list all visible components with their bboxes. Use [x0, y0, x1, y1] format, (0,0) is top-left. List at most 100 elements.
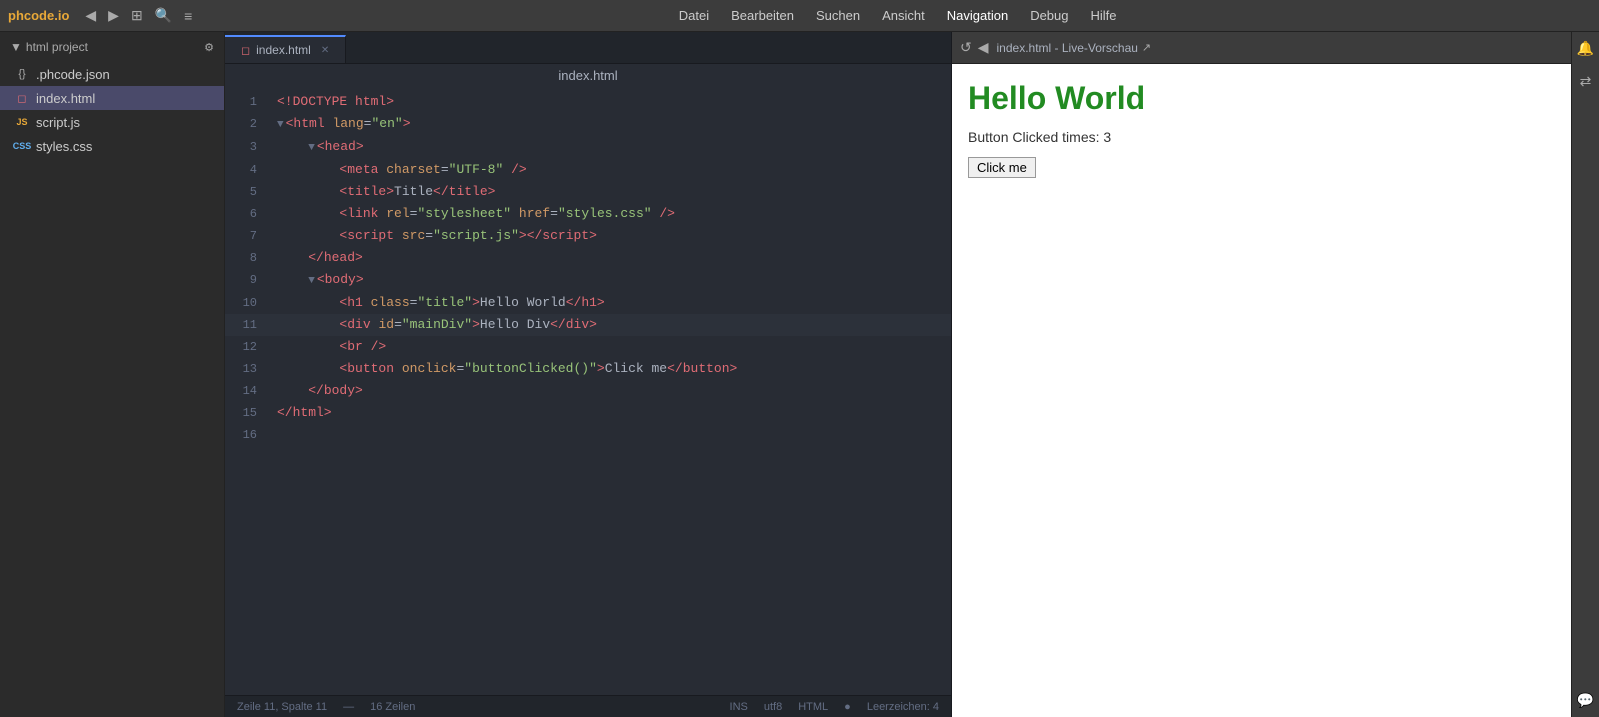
- project-collapse-icon: ▼: [10, 40, 22, 54]
- menu-bearbeiten[interactable]: Bearbeiten: [721, 6, 804, 25]
- right-sidebar-icon-1[interactable]: 🔔: [1573, 36, 1598, 61]
- line-content-14[interactable]: </body>: [273, 380, 951, 402]
- code-line-11: 11 <div id="mainDiv">Hello Div</div>: [225, 314, 951, 336]
- search-icon[interactable]: 🔍: [151, 5, 176, 26]
- editor-tab-label: index.html: [256, 43, 311, 57]
- line-content-13[interactable]: <button onclick="buttonClicked()">Click …: [273, 358, 951, 380]
- line-content-15[interactable]: </html>: [273, 402, 951, 424]
- menu-suchen[interactable]: Suchen: [806, 6, 870, 25]
- sidebar: ▼ html project ⚙ {} .phcode.json ◻ index…: [0, 32, 225, 717]
- status-right: INS utf8 HTML ● Leerzeichen: 4: [730, 701, 939, 713]
- line-num-4: 4: [225, 159, 273, 181]
- line-num-1: 1: [225, 91, 273, 113]
- status-encoding[interactable]: utf8: [764, 701, 782, 713]
- line-content-3[interactable]: ▼<head>: [273, 136, 951, 159]
- menu-hilfe[interactable]: Hilfe: [1081, 6, 1127, 25]
- menu-ansicht[interactable]: Ansicht: [872, 6, 935, 25]
- preview-external-icon[interactable]: ↗: [1142, 41, 1151, 54]
- line-num-15: 15: [225, 402, 273, 424]
- sidebar-item-script-js[interactable]: JS script.js: [0, 110, 224, 134]
- sidebar-item-label-script-js: script.js: [36, 115, 80, 130]
- line-content-1[interactable]: <!DOCTYPE html>: [273, 91, 951, 113]
- right-sidebar-icon-2[interactable]: ⇄: [1576, 69, 1596, 94]
- status-language[interactable]: HTML: [798, 701, 828, 713]
- sidebar-item-label-phcode-json: .phcode.json: [36, 67, 110, 82]
- app-logo[interactable]: phcode.io: [8, 8, 69, 23]
- editor-tab-close-icon[interactable]: ✕: [321, 45, 329, 56]
- code-line-7: 7 <script src="script.js"></script>: [225, 225, 951, 247]
- editor-content[interactable]: 1 <!DOCTYPE html> 2 ▼<html lang="en"> 3 …: [225, 87, 951, 695]
- back-icon[interactable]: ◀: [81, 5, 100, 26]
- line-num-3: 3: [225, 136, 273, 158]
- code-line-3: 3 ▼<head>: [225, 136, 951, 159]
- status-separator: —: [343, 701, 354, 713]
- line-num-5: 5: [225, 181, 273, 203]
- menu-debug[interactable]: Debug: [1020, 6, 1078, 25]
- editor-tab[interactable]: ◻ index.html ✕: [225, 35, 346, 63]
- line-num-14: 14: [225, 380, 273, 402]
- menu-datei[interactable]: Datei: [669, 6, 719, 25]
- json-icon: {}: [14, 66, 30, 82]
- project-settings-icon[interactable]: ⚙: [204, 41, 214, 54]
- sidebar-item-index-html[interactable]: ◻ index.html: [0, 86, 224, 110]
- line-content-2[interactable]: ▼<html lang="en">: [273, 113, 951, 136]
- status-spaces[interactable]: Leerzeichen: 4: [867, 701, 939, 713]
- preview-nav-icon[interactable]: ◀: [978, 39, 989, 56]
- sidebar-item-phcode-json[interactable]: {} .phcode.json: [0, 62, 224, 86]
- status-position[interactable]: Zeile 11, Spalte 11: [237, 701, 327, 713]
- status-lines[interactable]: 16 Zeilen: [370, 701, 415, 713]
- preview-heading: Hello World: [968, 80, 1555, 117]
- preview-header: ↺ ◀ index.html - Live-Vorschau ↗: [952, 32, 1571, 64]
- line-num-6: 6: [225, 203, 273, 225]
- line-num-7: 7: [225, 225, 273, 247]
- line-content-5[interactable]: <title>Title</title>: [273, 181, 951, 203]
- menu-icon[interactable]: ≡: [180, 6, 196, 26]
- click-me-button[interactable]: Click me: [968, 157, 1036, 178]
- code-line-13: 13 <button onclick="buttonClicked()">Cli…: [225, 358, 951, 380]
- preview-filename: index.html - Live-Vorschau: [997, 41, 1138, 55]
- line-num-11: 11: [225, 314, 273, 336]
- line-content-9[interactable]: ▼<body>: [273, 269, 951, 292]
- project-header[interactable]: ▼ html project ⚙: [0, 32, 224, 62]
- preview-refresh-icon[interactable]: ↺: [960, 39, 972, 56]
- line-content-4[interactable]: <meta charset="UTF-8" />: [273, 159, 951, 181]
- js-icon: JS: [14, 114, 30, 130]
- menu-bar: Datei Bearbeiten Suchen Ansicht Navigati…: [204, 6, 1591, 25]
- click-count-label: Button Clicked times:: [968, 129, 1100, 145]
- project-label: html project: [26, 40, 88, 54]
- line-content-6[interactable]: <link rel="stylesheet" href="styles.css"…: [273, 203, 951, 225]
- html-icon: ◻: [14, 90, 30, 106]
- forward-icon[interactable]: ▶: [104, 5, 123, 26]
- topbar: phcode.io ◀ ▶ ⊞ 🔍 ≡ Datei Bearbeiten Suc…: [0, 0, 1599, 32]
- code-line-14: 14 </body>: [225, 380, 951, 402]
- grid-icon[interactable]: ⊞: [127, 5, 147, 26]
- line-num-10: 10: [225, 292, 273, 314]
- code-line-6: 6 <link rel="stylesheet" href="styles.cs…: [225, 203, 951, 225]
- code-line-2: 2 ▼<html lang="en">: [225, 113, 951, 136]
- editor-tab-bar: ◻ index.html ✕: [225, 32, 951, 64]
- line-content-12[interactable]: <br />: [273, 336, 951, 358]
- statusbar: Zeile 11, Spalte 11 — 16 Zeilen INS utf8…: [225, 695, 951, 717]
- line-num-13: 13: [225, 358, 273, 380]
- preview-content: Hello World Button Clicked times: 3 Clic…: [952, 64, 1571, 717]
- editor-area: ◻ index.html ✕ index.html 1 <!DOCTYPE ht…: [225, 32, 951, 717]
- line-content-7[interactable]: <script src="script.js"></script>: [273, 225, 951, 247]
- sidebar-item-label-styles-css: styles.css: [36, 139, 92, 154]
- code-line-12: 12 <br />: [225, 336, 951, 358]
- code-line-1: 1 <!DOCTYPE html>: [225, 91, 951, 113]
- editor-tab-icon: ◻: [241, 44, 250, 57]
- status-mode[interactable]: INS: [730, 701, 748, 713]
- sidebar-item-styles-css[interactable]: CSS styles.css: [0, 134, 224, 158]
- editor-title: index.html: [225, 64, 951, 87]
- right-sidebar: 🔔 ⇄ 💬: [1571, 32, 1599, 717]
- line-content-10[interactable]: <h1 class="title">Hello World</h1>: [273, 292, 951, 314]
- preview-header-icons: ↺ ◀: [960, 39, 989, 56]
- line-num-2: 2: [225, 113, 273, 135]
- main-layout: ▼ html project ⚙ {} .phcode.json ◻ index…: [0, 32, 1599, 717]
- line-num-8: 8: [225, 247, 273, 269]
- menu-navigation[interactable]: Navigation: [937, 6, 1018, 25]
- right-sidebar-icon-3[interactable]: 💬: [1573, 688, 1598, 713]
- preview-title: index.html - Live-Vorschau ↗: [997, 41, 1563, 55]
- line-content-8[interactable]: </head>: [273, 247, 951, 269]
- line-content-11[interactable]: <div id="mainDiv">Hello Div</div>: [273, 314, 951, 336]
